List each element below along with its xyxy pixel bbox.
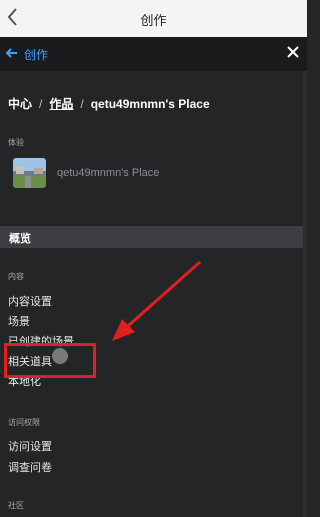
content-section-label: 内容 (8, 272, 24, 281)
menu-item-access-settings[interactable]: 访问设置 (8, 438, 52, 454)
community-section-label: 社区 (8, 501, 24, 510)
highlight-box (4, 343, 96, 378)
breadcrumb-home[interactable]: 中心 (8, 97, 32, 111)
top-bar: 创作 (0, 0, 307, 38)
menu-item-places[interactable]: 场景 (8, 313, 30, 329)
breadcrumb-current: qetu49mnmn's Place (90, 97, 210, 111)
nav-bar: 创作 (0, 37, 307, 71)
breadcrumb-separator: / (80, 97, 84, 111)
back-arrow-icon[interactable] (5, 46, 19, 60)
menu-item-content-settings[interactable]: 内容设置 (8, 293, 52, 309)
overview-header[interactable]: 概览 (0, 226, 303, 248)
overview-label: 概览 (9, 233, 31, 245)
scrollbar[interactable] (303, 71, 307, 517)
breadcrumb-separator: / (39, 97, 43, 111)
experience-thumbnail[interactable] (13, 158, 46, 188)
breadcrumb-works[interactable]: 作品 (49, 97, 73, 111)
breadcrumb: 中心 / 作品 / qetu49mnmn's Place (8, 95, 210, 112)
experience-name[interactable]: qetu49mnmn's Place (57, 167, 159, 179)
nav-back-label[interactable]: 创作 (24, 46, 48, 63)
menu-item-questionnaire[interactable]: 调查问卷 (8, 459, 52, 475)
experience-section-label: 体验 (8, 138, 24, 147)
access-section-label: 访问权限 (8, 418, 40, 427)
touch-cursor (52, 348, 68, 364)
close-icon[interactable] (286, 45, 300, 59)
top-bar-title: 创作 (140, 13, 167, 28)
